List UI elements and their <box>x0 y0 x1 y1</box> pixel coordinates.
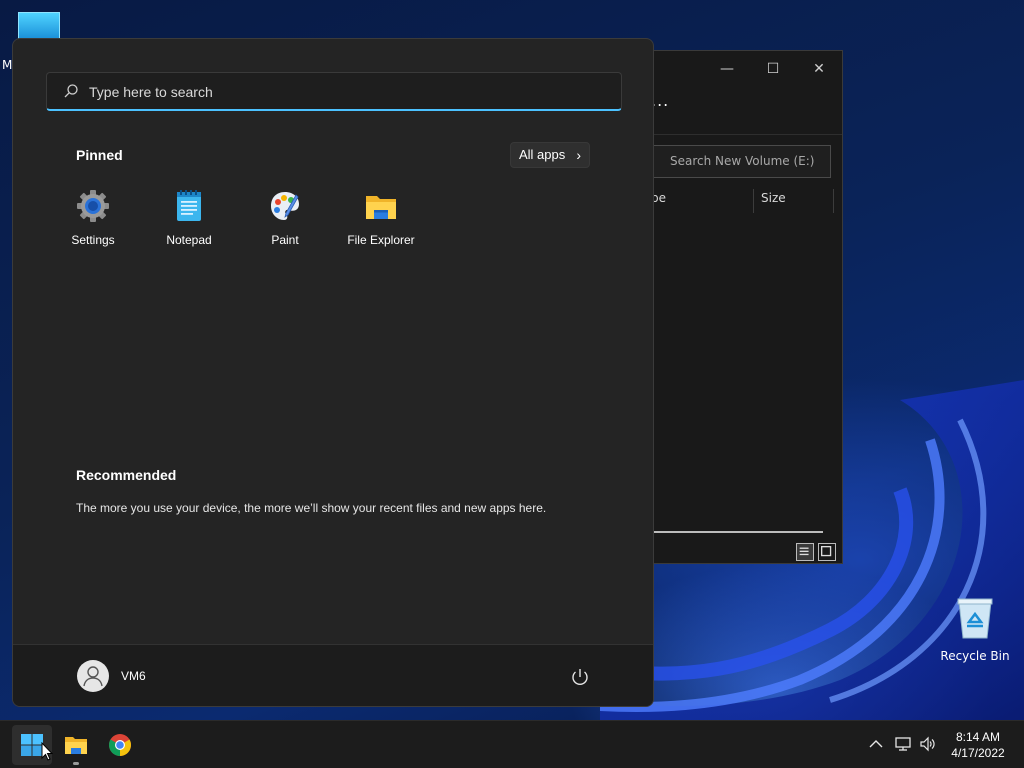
power-icon[interactable] <box>569 666 591 688</box>
start-search-box[interactable] <box>46 72 622 111</box>
notepad-icon <box>177 190 201 221</box>
user-name[interactable]: VM6 <box>121 669 146 683</box>
chrome-icon <box>109 734 131 756</box>
pinned-app-label: Paint <box>271 233 299 247</box>
details-view-button[interactable] <box>796 543 814 561</box>
file-explorer-window[interactable]: — ☐ ✕ ... Search New Volume (E:) pe Size <box>640 50 843 564</box>
column-header-size[interactable]: Size <box>761 191 786 205</box>
recycle-bin-shortcut[interactable]: Recycle Bin <box>940 596 1010 663</box>
taskbar-file-explorer[interactable] <box>56 725 96 765</box>
recommended-placeholder-text: The more you use your device, the more w… <box>76 501 547 515</box>
start-menu-footer: VM6 <box>13 644 653 706</box>
horizontal-scrollbar[interactable] <box>653 531 823 533</box>
paint-icon <box>271 192 299 220</box>
desktop-shortcut-icon[interactable] <box>18 12 60 40</box>
recycle-bin-icon <box>957 598 993 639</box>
clock-time: 8:14 AM <box>955 730 1001 744</box>
column-divider[interactable] <box>833 189 834 213</box>
taskbar-clock[interactable]: 8:14 AM 4/17/2022 <box>940 729 1016 761</box>
pinned-app-label: File Explorer <box>347 233 415 247</box>
pinned-heading: Pinned <box>76 147 123 163</box>
user-icon <box>83 666 103 687</box>
all-apps-button[interactable]: All apps › <box>510 142 590 168</box>
pinned-app-label: Notepad <box>166 233 212 247</box>
pinned-app-settings[interactable]: Settings <box>45 189 141 251</box>
start-menu: Pinned All apps › Settings <box>12 38 654 707</box>
volume-icon[interactable] <box>919 735 937 753</box>
all-apps-label: All apps <box>519 147 566 162</box>
pinned-app-label: Settings <box>71 233 115 247</box>
pinned-app-file-explorer[interactable]: File Explorer <box>333 189 429 251</box>
folder-icon <box>65 737 87 754</box>
mouse-cursor-icon <box>41 742 53 761</box>
file-explorer-icon <box>366 196 396 219</box>
search-icon <box>64 84 78 98</box>
explorer-search-input[interactable]: Search New Volume (E:) <box>651 145 831 178</box>
pinned-app-notepad[interactable]: Notepad <box>141 189 237 251</box>
large-icons-view-button[interactable] <box>818 543 836 561</box>
network-icon[interactable] <box>894 735 912 753</box>
recommended-heading: Recommended <box>76 467 177 483</box>
taskbar-chrome[interactable] <box>100 725 140 765</box>
taskbar: 8:14 AM 4/17/2022 <box>0 720 1024 768</box>
minimize-button[interactable]: — <box>715 57 739 81</box>
explorer-titlebar[interactable]: — ☐ ✕ <box>641 51 842 87</box>
pinned-app-paint[interactable]: Paint <box>237 189 333 251</box>
recycle-bin-label: Recycle Bin <box>940 649 1010 663</box>
user-avatar[interactable] <box>77 660 109 692</box>
settings-icon <box>77 190 109 222</box>
start-search-input[interactable] <box>89 73 609 110</box>
column-divider[interactable] <box>753 189 754 213</box>
clock-date: 4/17/2022 <box>951 746 1005 760</box>
chevron-right-icon: › <box>576 147 581 163</box>
chevron-up-icon[interactable] <box>867 735 885 753</box>
large-icons-view-icon <box>821 546 832 557</box>
details-view-icon <box>799 547 809 556</box>
toolbar-divider <box>641 134 842 135</box>
maximize-button[interactable]: ☐ <box>761 57 785 81</box>
desktop-shortcut-label: M <box>2 58 13 72</box>
close-button[interactable]: ✕ <box>807 57 831 81</box>
running-indicator <box>73 762 79 765</box>
